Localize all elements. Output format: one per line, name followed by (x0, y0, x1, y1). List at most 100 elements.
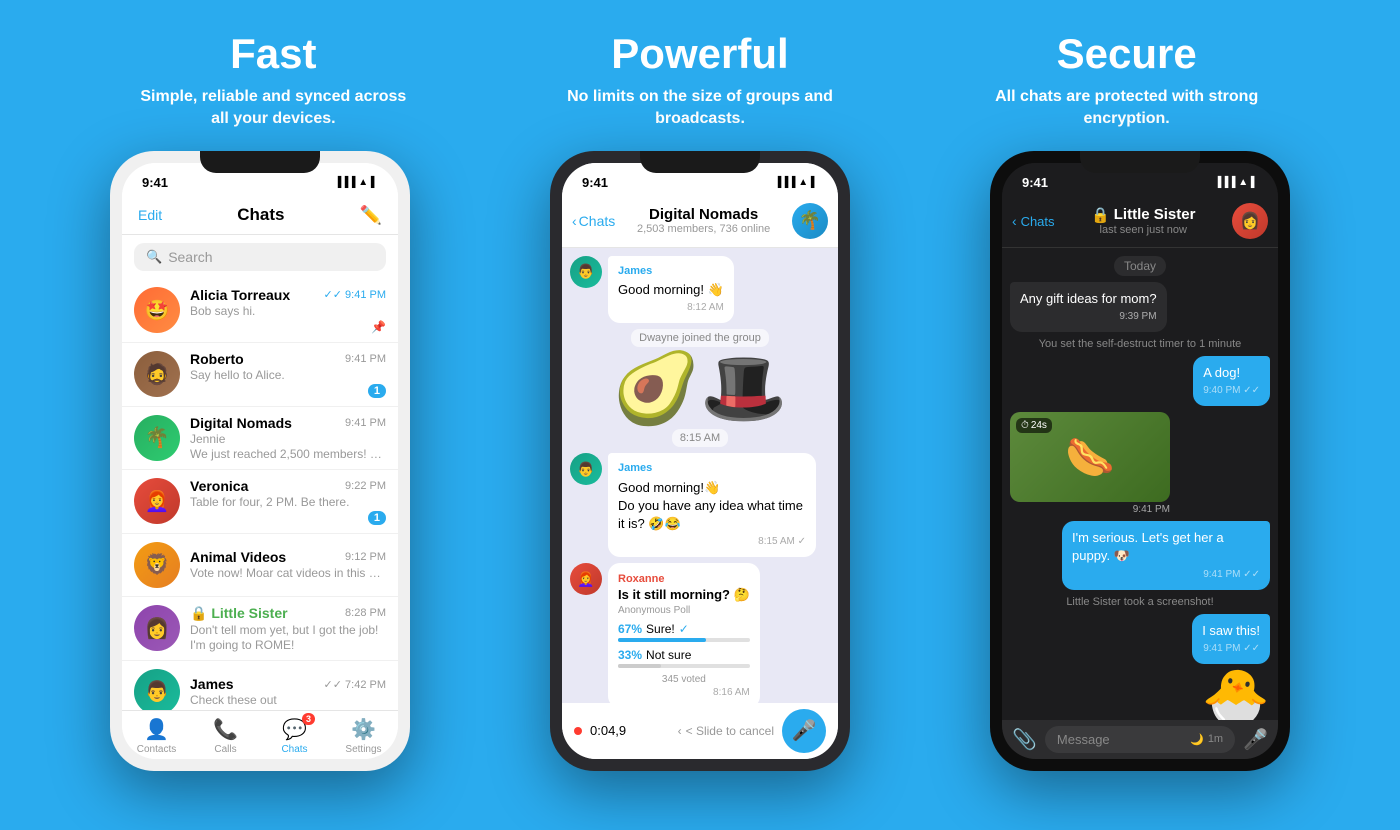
avatar: 👩‍🦰 (570, 563, 602, 595)
message-time: 9:39 PM (1020, 310, 1157, 324)
phone-secure-chat: 9:41 ▐▐▐ ▲ ▌ ‹ Chats 🔒 Little Sister la (990, 151, 1290, 771)
list-item[interactable]: 🌴 Digital Nomads 9:41 PM Jennie We just … (122, 407, 398, 470)
mic-icon[interactable]: 🎤 (1243, 727, 1268, 752)
timer-badge: ⏱ 24s (1016, 418, 1052, 433)
compose-icon[interactable]: ✏️ (360, 205, 382, 226)
chat-content: Animal Videos 9:12 PM Vote now! Moar cat… (190, 549, 386, 580)
feature-powerful-title: Powerful (611, 30, 788, 78)
message-bubble: Any gift ideas for mom? 9:39 PM (1010, 282, 1167, 332)
feature-fast: Fast Simple, reliable and synced across … (63, 30, 483, 131)
phone2-nav: ‹ Chats Digital Nomads 2,503 members, 73… (562, 199, 838, 248)
poll-count: 345 voted (618, 674, 750, 685)
feature-secure: Secure All chats are protected with stro… (917, 30, 1337, 131)
timed-image: 🌭 ⏱ 24s 9:41 PM (1010, 412, 1170, 515)
message-text: Any gift ideas for mom? (1020, 290, 1157, 308)
system-message: You set the self-destruct timer to 1 min… (1039, 338, 1242, 350)
group-avatar: 🌴 (792, 203, 828, 239)
phone1-status-icons: ▐▐▐ ▲ ▌ (334, 177, 378, 188)
messages-area: 👨 James Good morning! 👋 8:12 AM Dwayne j… (562, 248, 838, 703)
back-button[interactable]: ‹ Chats (1012, 213, 1055, 229)
chats-title: Chats (237, 205, 284, 225)
phone-chats-list: 9:41 ▐▐▐ ▲ ▌ Edit Chats ✏️ 🔍 Search (110, 151, 410, 771)
unread-badge: 1 (368, 511, 386, 525)
chat-content: Veronica 9:22 PM Table for four, 2 PM. B… (190, 478, 386, 525)
tab-contacts-label: Contacts (137, 744, 176, 755)
feature-secure-title: Secure (1057, 30, 1197, 78)
poll-question: Is it still morning? 🤔 (618, 587, 750, 603)
message-time: 9:41 PM ✓✓ (1072, 568, 1260, 582)
header-row: Fast Simple, reliable and synced across … (0, 0, 1400, 151)
page-container: Fast Simple, reliable and synced across … (0, 0, 1400, 830)
tab-settings[interactable]: ⚙️ Settings (329, 717, 398, 755)
phone-group-chat: 9:41 ▐▐▐ ▲ ▌ ‹ Chats Digital Nomads 2,50… (550, 151, 850, 771)
phone3-nav: ‹ Chats 🔒 Little Sister last seen just n… (1002, 199, 1278, 248)
sticker-sent: 🐣 (1202, 670, 1270, 720)
avatar: 🧔 (134, 351, 180, 397)
phone2-notch (640, 151, 760, 173)
search-placeholder: Search (168, 249, 212, 265)
tab-chats[interactable]: 💬 3 Chats (260, 717, 329, 755)
chevron-left-icon: ‹ (678, 724, 682, 738)
poll-sender: Roxanne (618, 573, 750, 585)
message-text: I saw this! (1202, 622, 1260, 640)
phone1-nav: Edit Chats ✏️ (122, 199, 398, 235)
feature-powerful-subtitle: No limits on the size of groups and broa… (560, 86, 840, 131)
phone1-screen: 9:41 ▐▐▐ ▲ ▌ Edit Chats ✏️ 🔍 Search (122, 163, 398, 759)
avatar: 🦁 (134, 542, 180, 588)
phone1-time: 9:41 (142, 175, 168, 190)
record-indicator (574, 727, 582, 735)
message-bubble: I'm serious. Let's get her a puppy. 🐶 9:… (1062, 521, 1270, 589)
time-separator: 8:15 AM (672, 429, 728, 447)
message-time: 9:40 PM ✓✓ (1203, 384, 1260, 398)
message-text: I'm serious. Let's get her a puppy. 🐶 (1072, 529, 1260, 565)
check-icon: ✓ (679, 622, 689, 636)
search-icon: 🔍 (146, 249, 162, 265)
message-input[interactable]: Message 🌙 1m (1045, 726, 1235, 753)
contact-info: 🔒 Little Sister last seen just now (1061, 206, 1226, 236)
mic-button[interactable]: 🎤 (782, 709, 826, 753)
phone3-status-icons: ▐▐▐ ▲ ▌ (1214, 177, 1258, 188)
timer-display: 🌙 1m (1190, 733, 1223, 746)
edit-chats-button[interactable]: Edit (138, 207, 162, 223)
list-item[interactable]: 🦁 Animal Videos 9:12 PM Vote now! Moar c… (122, 534, 398, 597)
message-time: 8:12 AM (618, 301, 724, 315)
message-placeholder: Message (1057, 732, 1110, 747)
phone3-screen: 9:41 ▐▐▐ ▲ ▌ ‹ Chats 🔒 Little Sister la (1002, 163, 1278, 759)
phones-row: 9:41 ▐▐▐ ▲ ▌ Edit Chats ✏️ 🔍 Search (0, 151, 1400, 830)
phone1-notch (200, 151, 320, 173)
list-item[interactable]: 🧔 Roberto 9:41 PM Say hello to Alice. 1 (122, 343, 398, 407)
back-button[interactable]: ‹ Chats (572, 213, 615, 229)
list-item[interactable]: 👨 James ✓✓ 7:42 PM Check these out (122, 661, 398, 710)
message-sender: James (618, 461, 806, 476)
avatar: 👨 (570, 453, 602, 485)
chat-content: 🔒 Little Sister 8:28 PM Don't tell mom y… (190, 605, 386, 652)
chat-content: Roberto 9:41 PM Say hello to Alice. 1 (190, 351, 386, 398)
chevron-left-icon: ‹ (1012, 213, 1017, 229)
chat-content: Alicia Torreaux ✓✓ 9:41 PM Bob says hi. … (190, 287, 386, 334)
chat-content: James ✓✓ 7:42 PM Check these out (190, 676, 386, 707)
lock-icon: 🔒 (1091, 206, 1110, 224)
poll-type: Anonymous Poll (618, 605, 750, 616)
tab-calls[interactable]: 📞 Calls (191, 717, 260, 755)
poll-option: 33% Not sure (618, 648, 750, 668)
back-label: Chats (579, 213, 616, 229)
list-item[interactable]: 🤩 Alicia Torreaux ✓✓ 9:41 PM Bob says hi… (122, 279, 398, 343)
search-bar[interactable]: 🔍 Search (134, 243, 386, 271)
tab-contacts[interactable]: 👤 Contacts (122, 717, 191, 755)
poll-bubble: Roxanne Is it still morning? 🤔 Anonymous… (608, 563, 760, 702)
attach-icon[interactable]: 📎 (1012, 727, 1037, 752)
list-item[interactable]: 👩 🔒 Little Sister 8:28 PM Don't tell mom… (122, 597, 398, 661)
chevron-left-icon: ‹ (572, 213, 577, 229)
dark-messages-area: Today Any gift ideas for mom? 9:39 PM Yo… (1002, 248, 1278, 720)
calls-icon: 📞 (213, 717, 238, 742)
dark-input-bar: 📎 Message 🌙 1m 🎤 (1002, 720, 1278, 759)
list-item[interactable]: 👩‍🦰 Veronica 9:22 PM Table for four, 2 P… (122, 470, 398, 534)
settings-icon: ⚙️ (351, 717, 376, 742)
group-name: Digital Nomads (621, 206, 786, 223)
chats-badge: 3 (302, 713, 315, 725)
message-bubble: James Good morning! 👋 8:12 AM (608, 256, 734, 324)
phone2-time: 9:41 (582, 175, 608, 190)
tab-calls-label: Calls (214, 744, 236, 755)
message-text: Good morning!👋Do you have any idea what … (618, 479, 806, 534)
chat-list: 🤩 Alicia Torreaux ✓✓ 9:41 PM Bob says hi… (122, 279, 398, 710)
